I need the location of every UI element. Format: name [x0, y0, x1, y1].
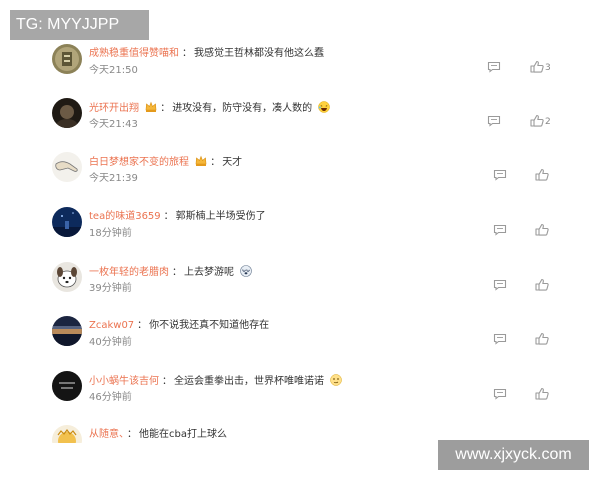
reply-icon[interactable]: [493, 333, 507, 345]
crown-badge-icon: [145, 101, 157, 113]
comment-username[interactable]: tea的味道3659: [89, 211, 161, 222]
comment-time: 46分钟前: [89, 392, 132, 403]
comment-text: 你不说我还真不知道他存在: [149, 320, 270, 331]
comment-text: 他能在cba打上球么: [139, 429, 227, 440]
comment-time: 40分钟前: [89, 337, 132, 348]
avatar[interactable]: [52, 371, 82, 401]
comment-separator: ：: [182, 48, 192, 59]
like-icon[interactable]: [530, 114, 544, 127]
avatar[interactable]: [52, 152, 82, 182]
avatar-icon: [52, 98, 82, 128]
comment-item: 成熟稳重值得赞喵和：我感觉王哲林都没有他这么蠢 今天21:50 3: [0, 44, 600, 98]
reply-icon[interactable]: [493, 388, 507, 400]
comment-username[interactable]: 一枚年轻的老腊肉: [89, 267, 169, 278]
comment-username[interactable]: 从随意、: [89, 429, 124, 440]
crown-badge-icon: [195, 155, 207, 167]
like-icon[interactable]: [535, 278, 549, 291]
avatar-icon: [52, 371, 82, 401]
comment-item: 光环开出翔 ：进攻没有，防守没有，凑人数的 今天21:43 2: [0, 98, 600, 152]
comment-item: 白日梦想家不变的旅程 ：天才 今天21:39: [0, 152, 600, 206]
avatar[interactable]: [52, 425, 82, 443]
like-count: 3: [545, 63, 551, 73]
watermark-top-left: TG: MYYJJPP: [10, 10, 149, 40]
comment-text: 天才: [222, 157, 243, 168]
reply-icon[interactable]: [487, 115, 501, 127]
comment-item: Zcakw07：你不说我还真不知道他存在 40分钟前: [0, 316, 600, 370]
avatar[interactable]: [52, 207, 82, 237]
avatar[interactable]: [52, 98, 82, 128]
avatar-icon: [52, 152, 82, 182]
like-icon[interactable]: [530, 60, 544, 73]
comment-time: 今天21:50: [89, 65, 138, 76]
avatar-icon: [52, 316, 82, 346]
comment-time: 39分钟前: [89, 283, 132, 294]
comment-text: 郭斯楠上半场受伤了: [175, 211, 266, 222]
avatar-icon: [52, 44, 82, 74]
comment-time: 今天21:39: [89, 173, 138, 184]
comment-separator: ：: [163, 211, 174, 222]
comment-item: 小小蜗牛该吉何：全运会重拳出击，世界杯唯唯诺诺 46分钟前: [0, 371, 600, 425]
comment-username[interactable]: 白日梦想家不变的旅程: [89, 157, 189, 168]
comment-separator: ：: [137, 320, 148, 331]
comment-username[interactable]: 光环开出翔: [89, 103, 139, 114]
like-count: 2: [545, 117, 551, 127]
comment-separator: ：: [160, 103, 171, 114]
comment-time: 18分钟前: [89, 228, 132, 239]
comment-item: tea的味道3659：郭斯楠上半场受伤了 18分钟前: [0, 207, 600, 261]
laughing-emoji-icon: [318, 101, 331, 113]
dizzy-emoji-icon: [240, 265, 252, 277]
avatar-icon: [52, 262, 82, 292]
avatar[interactable]: [52, 316, 82, 346]
comment-text: 上去梦游呢: [184, 267, 234, 278]
like-icon[interactable]: [535, 387, 549, 400]
comment-time: 今天21:43: [89, 119, 138, 130]
reply-icon[interactable]: [493, 169, 507, 181]
comment-separator: ：: [162, 376, 172, 387]
avatar-icon: [52, 425, 82, 443]
watermark-bottom-right: www.xjxyck.com: [438, 440, 589, 470]
smug-emoji-icon: [330, 374, 342, 386]
comment-text: 进攻没有，防守没有，凑人数的: [172, 103, 313, 114]
avatar[interactable]: [52, 262, 82, 292]
reply-icon[interactable]: [487, 61, 501, 73]
comment-separator: ：: [127, 429, 137, 440]
comment-separator: ：: [210, 157, 221, 168]
reply-icon[interactable]: [493, 279, 507, 291]
comment-text: 我感觉王哲林都没有他这么蠢: [194, 48, 324, 59]
like-icon[interactable]: [535, 332, 549, 345]
reply-icon[interactable]: [493, 224, 507, 236]
comment-separator: ：: [172, 267, 182, 278]
comment-username[interactable]: 成熟稳重值得赞喵和: [89, 48, 179, 59]
comment-username[interactable]: 小小蜗牛该吉何: [89, 376, 159, 387]
avatar[interactable]: [52, 44, 82, 74]
like-icon[interactable]: [535, 168, 549, 181]
like-icon[interactable]: [535, 223, 549, 236]
avatar-icon: [52, 207, 82, 237]
comment-username[interactable]: Zcakw07: [89, 320, 134, 331]
comment-text: 全运会重拳出击，世界杯唯唯诺诺: [174, 376, 324, 387]
comment-item: 一枚年轻的老腊肉：上去梦游呢 39分钟前: [0, 262, 600, 316]
